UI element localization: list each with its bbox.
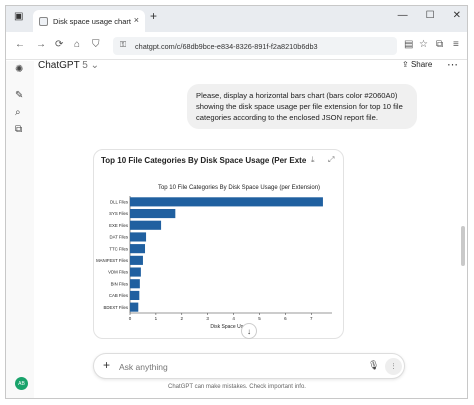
close-window-button[interactable]: ✕ xyxy=(453,10,461,21)
bar xyxy=(130,232,147,242)
scroll-down-button[interactable]: ↓ xyxy=(241,323,257,339)
composer: + 🎙 ⫶ xyxy=(93,353,405,379)
attach-plus-icon[interactable]: + xyxy=(103,358,110,372)
bar xyxy=(130,197,323,207)
bar xyxy=(130,279,140,289)
openai-logo-icon[interactable]: ✺ xyxy=(15,64,23,75)
reload-icon[interactable]: ⟳ xyxy=(55,39,63,50)
y-tick-label: EXE Files xyxy=(109,223,128,228)
prompt-input[interactable] xyxy=(119,359,319,374)
sidebar: ✺ ✎ ⌕ ⧉ AB xyxy=(6,61,34,398)
user-message: Please, display a horizontal bars chart … xyxy=(187,84,417,129)
share-label: Share xyxy=(410,60,433,69)
x-tick-label: 0 xyxy=(129,316,132,321)
reader-view-icon[interactable]: ▤ xyxy=(404,39,413,50)
home-icon[interactable]: ⌂ xyxy=(74,39,80,50)
extensions-icon[interactable]: ⧉ xyxy=(436,39,443,50)
y-tick-label: BDEXT Files xyxy=(103,305,128,310)
tab-title: Disk space usage chart xyxy=(53,16,131,26)
tab-favicon-icon xyxy=(39,16,48,26)
library-icon[interactable]: ⧉ xyxy=(15,124,22,135)
bar-chart: Top 10 File Categories By Disk Space Usa… xyxy=(96,185,332,330)
bar xyxy=(130,244,146,254)
x-tick-label: 3 xyxy=(206,316,209,321)
voice-mode-button[interactable]: ⫶ xyxy=(385,358,402,375)
back-icon[interactable]: ← xyxy=(15,39,25,50)
site-info-icon[interactable]: ⚿ xyxy=(120,40,126,50)
forward-icon[interactable]: → xyxy=(36,39,46,50)
more-options-icon[interactable]: ⋯ xyxy=(447,58,458,71)
bar xyxy=(130,220,162,230)
url-text: chatgpt.com/c/68db9bce-e834-8326-891f-f2… xyxy=(135,41,318,51)
tab-close-icon[interactable]: × xyxy=(134,15,139,25)
y-tick-label: TTC Files xyxy=(109,246,128,251)
bookmark-star-icon[interactable]: ☆ xyxy=(419,39,428,50)
arrow-down-icon: ↓ xyxy=(247,326,251,336)
tab-actions-icon[interactable]: ▣ xyxy=(14,11,23,22)
x-tick-label: 7 xyxy=(310,316,313,321)
x-tick-label: 1 xyxy=(155,316,158,321)
bar xyxy=(130,267,141,277)
menu-icon[interactable]: ≡ xyxy=(453,39,459,50)
search-icon[interactable]: ⌕ xyxy=(15,107,21,118)
voice-wave-icon: ⫶ xyxy=(392,361,395,371)
y-tick-label: DLL Files xyxy=(110,199,128,204)
new-chat-icon[interactable]: ✎ xyxy=(15,90,23,101)
x-tick-label: 2 xyxy=(181,316,184,321)
new-tab-button[interactable]: + xyxy=(150,9,157,23)
x-tick-label: 6 xyxy=(284,316,287,321)
tab-bar: ▣ Disk space usage chart × + — ☐ ✕ xyxy=(6,6,467,32)
url-field[interactable]: ⚿ chatgpt.com/c/68db9bce-e834-8326-891f-… xyxy=(113,37,397,55)
shield-icon[interactable]: ⛉ xyxy=(92,39,100,50)
y-tick-label: MANIFEST Files xyxy=(96,258,128,263)
bar xyxy=(130,208,176,219)
app-name: ChatGPT xyxy=(38,60,80,71)
microphone-icon[interactable]: 🎙 xyxy=(368,360,379,371)
address-bar: ← → ⟳ ⌂ ⛉ ⚿ chatgpt.com/c/68db9bce-e834-… xyxy=(6,32,467,60)
disclaimer: ChatGPT can make mistakes. Check importa… xyxy=(168,384,306,390)
y-tick-label: SYS Files xyxy=(109,211,128,216)
model-version: 5 xyxy=(82,60,88,71)
y-tick-label: DAT Files xyxy=(110,235,128,240)
x-tick-label: 4 xyxy=(232,316,235,321)
minimize-button[interactable]: — xyxy=(398,10,408,21)
bar xyxy=(130,255,143,265)
y-tick-label: BIN Files xyxy=(111,281,128,286)
bar xyxy=(130,302,139,312)
y-tick-label: CAB Files xyxy=(109,293,128,298)
browser-tab[interactable]: Disk space usage chart × xyxy=(33,10,145,32)
chart-card: Top 10 File Categories By Disk Space Usa… xyxy=(93,149,344,339)
chevron-down-icon: ⌄ xyxy=(90,60,100,71)
maximize-button[interactable]: ☐ xyxy=(426,10,435,21)
bar xyxy=(130,290,140,301)
scrollbar-thumb[interactable] xyxy=(461,226,465,266)
model-selector[interactable]: ChatGPT 5 ⌄ xyxy=(38,60,99,71)
share-icon: ⇪ xyxy=(402,60,409,69)
chart-title: Top 10 File Categories By Disk Space Usa… xyxy=(158,185,320,191)
x-tick-label: 5 xyxy=(258,316,261,321)
y-tick-label: VDM Files xyxy=(108,270,128,275)
share-button[interactable]: ⇪ Share xyxy=(402,60,432,69)
